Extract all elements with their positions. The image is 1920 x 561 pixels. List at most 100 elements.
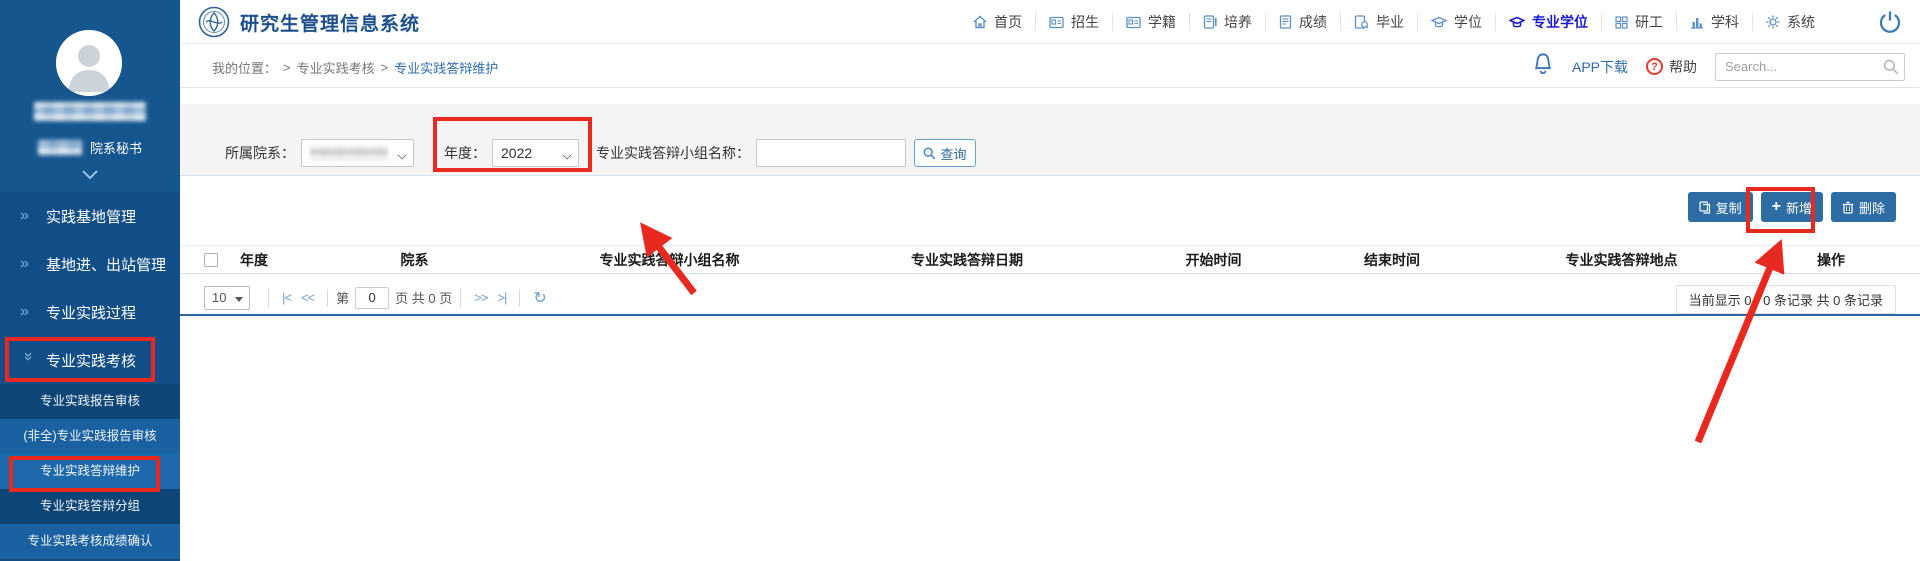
submenu-item-score-confirm[interactable]: 专业实践考核成绩确认 — [0, 524, 180, 559]
nav-item-training[interactable]: 培养 — [1190, 13, 1266, 31]
nav-item-graduation[interactable]: 毕业 — [1341, 13, 1418, 31]
page-prefix-label: 第 — [336, 288, 349, 307]
nav-item-grades[interactable]: 成绩 — [1266, 13, 1341, 31]
chevron-down-icon — [235, 297, 243, 302]
delete-button[interactable]: 删除 — [1831, 192, 1896, 222]
search-icon[interactable] — [1883, 59, 1899, 80]
nav-label: 学位 — [1454, 12, 1482, 32]
page-size-select[interactable]: 10 — [204, 286, 250, 310]
nav-item-discipline[interactable]: 学科 — [1677, 13, 1753, 31]
page: 院系秘书 » 实践基地管理 » 基地进、出站管理 » 专业实践过程 — [0, 0, 1920, 561]
sidebar-item-practice-base[interactable]: » 实践基地管理 — [0, 192, 180, 240]
submenu-item-report-review[interactable]: 专业实践报告审核 — [0, 384, 180, 419]
add-button[interactable]: + 新增 — [1761, 192, 1823, 222]
breadcrumb: 我的位置： > 专业实践考核 > 专业实践答辩维护 — [212, 58, 498, 77]
year-filter-label: 年度： — [444, 143, 486, 163]
id-card-icon — [1126, 16, 1141, 29]
id-card-icon — [1049, 16, 1064, 29]
dept-filter-label: 所属院系： — [225, 143, 295, 163]
nav-item-system[interactable]: 系统 — [1753, 13, 1828, 31]
nav-item-student-status[interactable]: 学籍 — [1113, 13, 1190, 31]
logout-power-button[interactable] — [1878, 10, 1902, 39]
column-header-group-name: 专业实践答辩小组名称 — [525, 250, 814, 270]
app-title: 研究生管理信息系统 — [240, 9, 420, 36]
nav-item-research-affairs[interactable]: 研工 — [1602, 13, 1677, 31]
main-content: 所属院系： 年度： 2022 专业实践答辩小组名称： 查询 — [180, 88, 1920, 561]
copy-button[interactable]: 复制 — [1688, 192, 1753, 222]
refresh-icon[interactable]: ↻ — [528, 288, 550, 308]
column-header-operations: 操作 — [1766, 250, 1896, 270]
column-header-defense-place: 专业实践答辩地点 — [1477, 250, 1766, 270]
breadcrumb-level2: 专业实践答辩维护 — [394, 58, 498, 77]
column-header-year: 年度 — [240, 250, 304, 270]
power-icon — [1878, 10, 1902, 34]
pagination-bar: 10 |< << 第 页 共 0 页 >> >| ↻ 当前显示 0 - 0 条记… — [180, 281, 1920, 316]
university-logo-icon — [198, 6, 230, 38]
table-header-row: 年度 院系 专业实践答辩小组名称 专业实践答辩日期 开始时间 结束时间 专业实践… — [180, 245, 1920, 274]
dept-select[interactable] — [301, 139, 414, 167]
help-button[interactable]: ? 帮助 — [1646, 57, 1697, 77]
document-pen-icon — [1203, 15, 1217, 29]
query-button[interactable]: 查询 — [914, 139, 976, 167]
first-page-icon[interactable]: |< — [277, 290, 296, 305]
group-name-input[interactable] — [756, 139, 906, 167]
double-chevron-right-icon: » — [20, 255, 46, 273]
nav-label: 首页 — [994, 12, 1022, 32]
app-download-link[interactable]: APP下载 — [1572, 57, 1628, 77]
chevron-down-icon — [562, 150, 571, 159]
redacted-user-id — [38, 140, 82, 155]
breadcrumb-level1[interactable]: 专业实践考核 — [297, 58, 375, 77]
redacted-dept-value — [310, 145, 388, 161]
plus-icon: + — [1772, 199, 1781, 215]
sidebar-item-practice-process[interactable]: » 专业实践过程 — [0, 288, 180, 336]
utility-bar: APP下载 ? 帮助 — [1532, 52, 1905, 81]
submenu-item-defense-maintenance[interactable]: 专业实践答辩维护 — [0, 454, 180, 489]
sidebar-item-label: 专业实践过程 — [46, 302, 136, 323]
nav-item-home[interactable]: 首页 — [960, 13, 1036, 31]
grid-icon — [1615, 16, 1628, 29]
page-suffix-label: 页 共 0 页 — [395, 288, 452, 307]
notifications-button[interactable] — [1532, 52, 1554, 81]
nav-item-degree[interactable]: 学位 — [1418, 13, 1496, 31]
copy-button-label: 复制 — [1716, 198, 1742, 217]
sidebar-submenu: 专业实践报告审核 (非全)专业实践报告审核 专业实践答辩维护 专业实践答辩分组 … — [0, 384, 180, 559]
user-role-label: 院系秘书 — [90, 138, 142, 157]
submenu-item-defense-grouping[interactable]: 专业实践答辩分组 — [0, 489, 180, 524]
breadcrumb-separator: > — [381, 60, 389, 75]
search-icon — [923, 147, 936, 160]
divider — [519, 289, 520, 307]
add-button-label: 新增 — [1786, 198, 1812, 217]
home-icon — [973, 15, 987, 29]
sidebar-user-area: 院系秘书 — [0, 0, 180, 192]
page-number-input[interactable] — [355, 287, 389, 309]
breadcrumb-bar: 我的位置： > 专业实践考核 > 专业实践答辩维护 APP下载 ? 帮助 — [180, 44, 1920, 88]
nav-item-professional-degree[interactable]: 专业学位 — [1496, 13, 1602, 31]
group-name-filter-label: 专业实践答辩小组名称： — [596, 143, 750, 163]
year-select[interactable]: 2022 — [492, 139, 579, 167]
brand: 研究生管理信息系统 — [198, 6, 420, 38]
divider — [460, 289, 461, 307]
column-header-department: 院系 — [304, 250, 525, 270]
user-panel-collapse[interactable] — [0, 166, 180, 184]
select-all-checkbox[interactable] — [204, 253, 218, 267]
next-page-icon[interactable]: >> — [469, 290, 492, 305]
sidebar-item-base-inout[interactable]: » 基地进、出站管理 — [0, 240, 180, 288]
global-search-input[interactable] — [1715, 53, 1905, 81]
query-button-label: 查询 — [940, 144, 966, 163]
double-chevron-right-icon: » — [20, 303, 46, 321]
trash-icon — [1842, 201, 1854, 214]
breadcrumb-separator: > — [283, 60, 291, 75]
column-header-end-time: 结束时间 — [1307, 250, 1477, 270]
nav-item-admissions[interactable]: 招生 — [1036, 13, 1113, 31]
prev-page-icon[interactable]: << — [296, 290, 319, 305]
nav-label: 学科 — [1711, 12, 1739, 32]
sidebar-item-practice-assessment[interactable]: » 专业实践考核 — [0, 336, 180, 384]
bar-chart-icon — [1690, 16, 1704, 29]
sidebar: 院系秘书 » 实践基地管理 » 基地进、出站管理 » 专业实践过程 — [0, 0, 180, 561]
graduation-cap-icon — [1431, 16, 1447, 29]
nav-label: 系统 — [1787, 12, 1815, 32]
chevron-down-icon — [397, 150, 406, 159]
last-page-icon[interactable]: >| — [492, 290, 511, 305]
submenu-item-parttime-report-review[interactable]: (非全)专业实践报告审核 — [0, 419, 180, 454]
divider — [327, 289, 328, 307]
